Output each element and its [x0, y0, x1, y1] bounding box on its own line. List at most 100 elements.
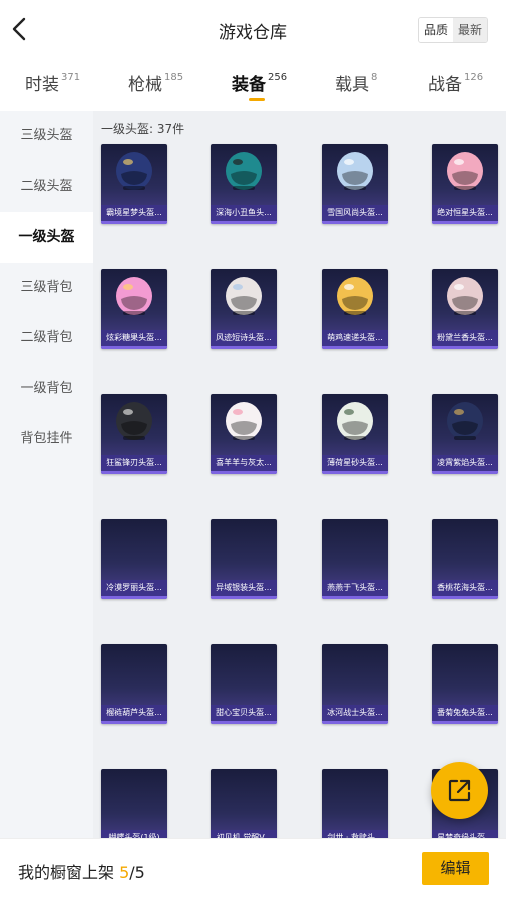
- item-card[interactable]: 绝对恒星头盔...: [432, 144, 498, 224]
- tab-count: 126: [464, 72, 484, 83]
- item-name: 剑世 · 救赎头...: [322, 830, 388, 838]
- sidebar-item-level1-helmet[interactable]: 一级头盔: [0, 212, 93, 263]
- rarity-bar: [432, 471, 498, 474]
- item-name: 冰河战士头盔...: [322, 705, 388, 721]
- item-card[interactable]: 霸境星梦头盔...: [101, 144, 167, 224]
- item-name: 炫彩糖果头盔...: [101, 330, 167, 346]
- item-name: 薄荷星砂头盔...: [322, 455, 388, 471]
- sidebar-item-level1-backpack[interactable]: 一级背包: [0, 364, 93, 415]
- section-title: 一级头盔: 37件: [101, 122, 185, 136]
- showcase-label: 我的橱窗上架: [18, 863, 120, 882]
- item-card[interactable]: 凌霄紫焰头盔...: [432, 394, 498, 474]
- edit-button[interactable]: 编辑: [422, 852, 489, 885]
- share-external-icon: [448, 779, 471, 802]
- rarity-bar: [322, 221, 388, 224]
- item-name: 香桃花海头盔...: [432, 580, 498, 596]
- item-name: 狂鲨锋刃头盔...: [101, 455, 167, 471]
- tab-equipment[interactable]: 装备 256: [232, 70, 287, 95]
- rarity-bar: [432, 596, 498, 599]
- rarity-bar: [101, 596, 167, 599]
- helmet-icon: [226, 152, 262, 190]
- item-card[interactable]: 深海小丑鱼头...: [211, 144, 277, 224]
- item-card[interactable]: 榴裢葫芦头盔...: [101, 644, 167, 724]
- item-card[interactable]: 初见机 觉醒V...: [211, 769, 277, 838]
- rarity-bar: [211, 221, 277, 224]
- active-tab-indicator: [249, 98, 265, 101]
- sort-quality-button[interactable]: 品质: [418, 18, 453, 42]
- rarity-bar: [322, 346, 388, 349]
- item-card[interactable]: 异域银装头盔...: [211, 519, 277, 599]
- sidebar-item-backpack-charm[interactable]: 背包挂件: [0, 414, 93, 465]
- sidebar-item-level2-helmet[interactable]: 二级头盔: [0, 162, 93, 213]
- helmet-icon: [116, 277, 152, 315]
- header: 游戏仓库 品质 最新: [0, 0, 506, 60]
- item-card[interactable]: 冰河战士头盔...: [322, 644, 388, 724]
- rarity-bar: [322, 721, 388, 724]
- helmet-icon: [226, 402, 262, 440]
- item-card[interactable]: 萌鸡速递头盔...: [322, 269, 388, 349]
- helmet-icon: [337, 152, 373, 190]
- item-name: 粉黛兰香头盔...: [432, 330, 498, 346]
- item-name: 初见机 觉醒V...: [211, 830, 277, 838]
- tab-count: 256: [268, 72, 288, 83]
- rarity-bar: [322, 596, 388, 599]
- item-card[interactable]: 番菊兔兔头盔...: [432, 644, 498, 724]
- tab-label: 装备: [232, 75, 266, 95]
- item-name: 喜羊羊与灰太...: [211, 455, 277, 471]
- item-card[interactable]: 喜羊羊与灰太...: [211, 394, 277, 474]
- item-name: 凌霄紫焰头盔...: [432, 455, 498, 471]
- tab-count: 8: [371, 72, 378, 83]
- showcase-total-count: /5: [129, 863, 145, 882]
- item-name: 甜心宝贝头盔...: [211, 705, 277, 721]
- tab-fashion[interactable]: 时装 371: [25, 70, 80, 95]
- rarity-bar: [211, 471, 277, 474]
- share-button[interactable]: [431, 762, 488, 819]
- item-card[interactable]: 燕燕于飞头盔...: [322, 519, 388, 599]
- tab-label: 战备: [428, 75, 462, 95]
- tab-weapons[interactable]: 枪械 185: [128, 70, 183, 95]
- tab-supplies[interactable]: 战备 126: [428, 70, 483, 95]
- item-card[interactable]: 风迹短诗头盔...: [211, 269, 277, 349]
- rarity-bar: [211, 346, 277, 349]
- tab-vehicles[interactable]: 载具 8: [335, 70, 377, 95]
- helmet-icon: [447, 152, 483, 190]
- showcase-status: 我的橱窗上架 5/5: [18, 859, 145, 883]
- item-card[interactable]: 雪国风尚头盔...: [322, 144, 388, 224]
- item-card[interactable]: 冷漠罗丽头盔...: [101, 519, 167, 599]
- sidebar-item-level3-helmet[interactable]: 三级头盔: [0, 111, 93, 162]
- category-tabs: 时装 371 枪械 185 装备 256 载具 8 战备 126: [0, 60, 506, 110]
- item-name: 雪国风尚头盔...: [322, 205, 388, 221]
- item-name: 风迹短诗头盔...: [211, 330, 277, 346]
- helmet-icon: [447, 277, 483, 315]
- tab-count: 185: [164, 72, 184, 83]
- tab-label: 载具: [335, 75, 369, 95]
- helmet-icon: [116, 152, 152, 190]
- sidebar-item-level3-backpack[interactable]: 三级背包: [0, 263, 93, 314]
- item-card[interactable]: 粉黛兰香头盔...: [432, 269, 498, 349]
- helmet-icon: [337, 277, 373, 315]
- item-card[interactable]: 剑世 · 救赎头...: [322, 769, 388, 838]
- rarity-bar: [101, 471, 167, 474]
- item-name: 燕燕于飞头盔...: [322, 580, 388, 596]
- item-card[interactable]: 香桃花海头盔...: [432, 519, 498, 599]
- sort-toggle: 品质 最新: [417, 17, 488, 43]
- item-card[interactable]: 狂鲨锋刃头盔...: [101, 394, 167, 474]
- item-name: 霸境星梦头盔...: [101, 205, 167, 221]
- rarity-bar: [432, 221, 498, 224]
- item-card[interactable]: 炫彩糖果头盔...: [101, 269, 167, 349]
- item-card[interactable]: 蝴蝶头盔(1级): [101, 769, 167, 838]
- rarity-bar: [322, 471, 388, 474]
- rarity-bar: [211, 596, 277, 599]
- showcase-bar: 我的橱窗上架 5/5 编辑: [0, 838, 506, 897]
- rarity-bar: [432, 346, 498, 349]
- tab-label: 枪械: [128, 75, 162, 95]
- sidebar-item-level2-backpack[interactable]: 二级背包: [0, 313, 93, 364]
- item-name: 蝴蝶头盔(1级): [101, 830, 167, 838]
- item-name: 萌鸡速递头盔...: [322, 330, 388, 346]
- helmet-icon: [447, 402, 483, 440]
- item-name: 深海小丑鱼头...: [211, 205, 277, 221]
- item-card[interactable]: 薄荷星砂头盔...: [322, 394, 388, 474]
- sort-newest-button[interactable]: 最新: [452, 18, 487, 42]
- item-card[interactable]: 甜心宝贝头盔...: [211, 644, 277, 724]
- tab-count: 371: [61, 72, 81, 83]
